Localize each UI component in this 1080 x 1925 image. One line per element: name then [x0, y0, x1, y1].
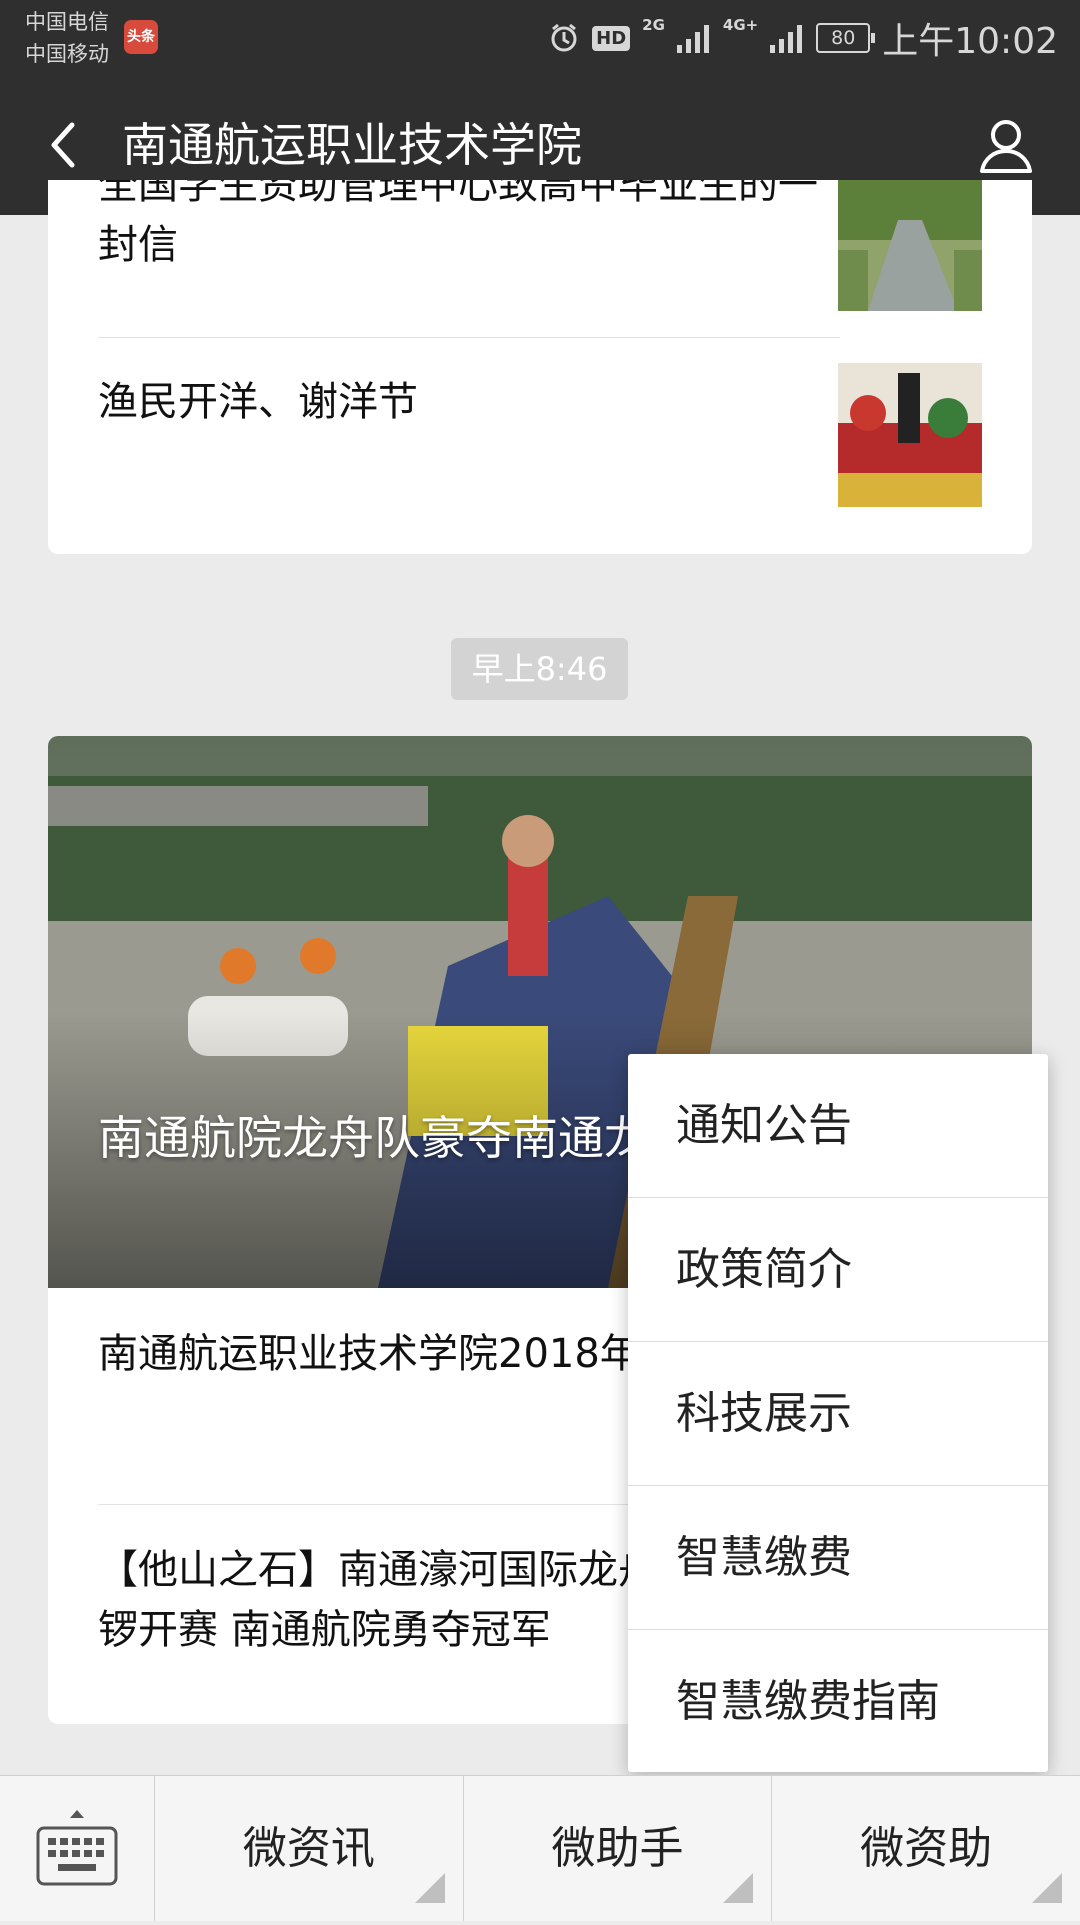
menu-tab-weizixun[interactable]: 微资讯: [155, 1776, 464, 1921]
submenu-indicator-icon: [414, 1873, 445, 1903]
keyboard-toggle-button[interactable]: [0, 1776, 155, 1921]
divider: [98, 337, 840, 338]
toutiao-app-icon: 头条: [124, 20, 158, 54]
menu-tab-label: 微助手: [551, 1823, 684, 1874]
status-bar: 中国电信 中国移动 头条 HD 2G 4G+ 80 上午10:02: [0, 0, 1080, 75]
article-title: 渔民开洋、谢洋节: [98, 379, 418, 425]
menu-item-tech[interactable]: 科技展示: [628, 1342, 1048, 1486]
signal-icon: [676, 23, 711, 53]
profile-button[interactable]: [974, 113, 1038, 177]
alarm-icon: [548, 22, 580, 54]
hd-badge: HD: [592, 25, 631, 51]
submenu-indicator-icon: [723, 1873, 754, 1903]
menu-item-payment[interactable]: 智慧缴费: [628, 1486, 1048, 1630]
back-button[interactable]: [36, 115, 96, 175]
status-icons: HD 2G 4G+ 80 上午10:02: [548, 14, 1058, 62]
chevron-left-icon: [51, 122, 75, 168]
article-item[interactable]: 渔民开洋、谢洋节: [98, 372, 838, 432]
menu-tab-label: 微资讯: [242, 1823, 375, 1874]
submenu-indicator-icon: [1032, 1873, 1063, 1903]
menu-item-notice[interactable]: 通知公告: [628, 1054, 1048, 1198]
bottom-menu-bar: 微资讯 微助手 微资助: [0, 1775, 1080, 1921]
menu-tab-weizizhu[interactable]: 微资助: [772, 1776, 1080, 1921]
submenu-popup: 通知公告 政策简介 科技展示 智慧缴费 智慧缴费指南: [628, 1054, 1048, 1772]
keyboard-icon: [36, 1810, 118, 1886]
battery-icon: 80: [816, 23, 876, 53]
timestamp-pill: 早上8:46: [451, 638, 628, 700]
menu-tab-weizhushou[interactable]: 微助手: [464, 1776, 773, 1921]
article-title: 全国学生资助管理中心致高中毕业生的一封信: [98, 180, 818, 268]
clock: 上午10:02: [882, 21, 1058, 62]
network-2g-label: 2G: [642, 16, 665, 34]
carrier-info: 中国电信 中国移动: [25, 6, 109, 70]
network-4g-label: 4G+: [722, 16, 759, 34]
article-item[interactable]: 全国学生资助管理中心致高中毕业生的一封信: [98, 180, 838, 296]
article-thumbnail[interactable]: [838, 363, 982, 507]
article-card-1: 全国学生资助管理中心致高中毕业生的一封信 渔民开洋、谢洋节: [48, 180, 1032, 554]
carrier-top: 中国电信: [25, 10, 109, 34]
signal-icon-2: [770, 23, 804, 53]
menu-tab-label: 微资助: [860, 1823, 993, 1874]
menu-item-policy[interactable]: 政策简介: [628, 1198, 1048, 1342]
carrier-bottom: 中国移动: [25, 42, 109, 66]
article-thumbnail[interactable]: [838, 180, 982, 311]
person-icon: [980, 120, 1032, 173]
page-title: 南通航运职业技术学院: [122, 118, 582, 172]
menu-item-payment-guide[interactable]: 智慧缴费指南: [628, 1630, 1048, 1773]
